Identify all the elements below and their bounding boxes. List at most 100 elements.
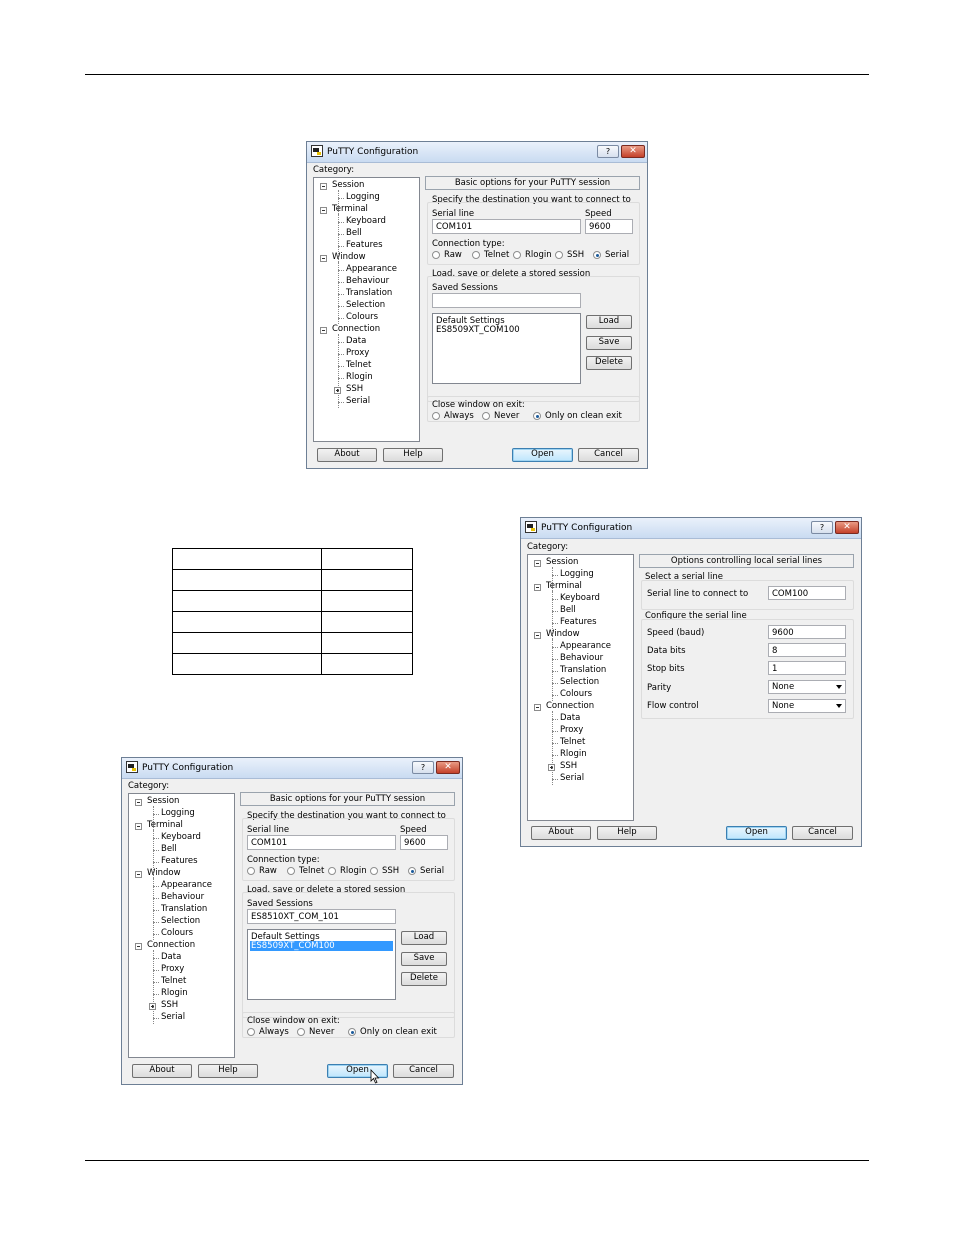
tree-item-features[interactable]: Features [346, 240, 383, 250]
tree-item-logging[interactable]: Logging [560, 569, 594, 579]
tree-item-session[interactable]: Session [332, 180, 364, 190]
load-button[interactable]: Load [586, 315, 632, 329]
tree-item-telnet[interactable]: Telnet [161, 976, 186, 986]
tree-item-behaviour[interactable]: Behaviour [346, 276, 389, 286]
title-help-button[interactable]: ? [597, 145, 619, 158]
collapse-icon[interactable] [534, 704, 541, 711]
about-button[interactable]: About [531, 826, 591, 840]
radio-clean-exit[interactable] [348, 1028, 356, 1036]
saved-sessions-input[interactable] [432, 293, 581, 308]
tree-item-proxy[interactable]: Proxy [161, 964, 184, 974]
stop-bits-input[interactable]: 1 [768, 661, 846, 675]
tree-item-features[interactable]: Features [161, 856, 198, 866]
collapse-icon[interactable] [534, 632, 541, 639]
delete-button[interactable]: Delete [586, 356, 632, 370]
tree-item-behaviour[interactable]: Behaviour [161, 892, 204, 902]
tree-item-data[interactable]: Data [346, 336, 366, 346]
collapse-icon[interactable] [320, 255, 327, 262]
parity-select[interactable]: None [768, 680, 846, 694]
session-list-item[interactable]: ES8509XT_COM100 [435, 325, 578, 335]
cancel-button[interactable]: Cancel [578, 448, 639, 462]
load-button[interactable]: Load [401, 931, 447, 945]
radio-raw[interactable] [432, 251, 440, 259]
tree-item-proxy[interactable]: Proxy [560, 725, 583, 735]
tree-item-connection[interactable]: Connection [332, 324, 380, 334]
tree-item-translation[interactable]: Translation [560, 665, 606, 675]
tree-item-connection[interactable]: Connection [546, 701, 594, 711]
collapse-icon[interactable] [135, 943, 142, 950]
collapse-icon[interactable] [320, 207, 327, 214]
speed-input[interactable]: 9600 [768, 625, 846, 639]
about-button[interactable]: About [317, 448, 377, 462]
help-button[interactable]: Help [198, 1064, 258, 1078]
tree-item-colours[interactable]: Colours [346, 312, 378, 322]
radio-ssh[interactable] [370, 867, 378, 875]
tree-item-appearance[interactable]: Appearance [161, 880, 212, 890]
tree-item-serial[interactable]: Serial [346, 396, 370, 406]
tree-item-logging[interactable]: Logging [346, 192, 380, 202]
title-close-button[interactable]: ✕ [621, 145, 645, 158]
open-button[interactable]: Open [726, 826, 787, 840]
tree-item-bell[interactable]: Bell [346, 228, 362, 238]
tree-item-connection[interactable]: Connection [147, 940, 195, 950]
collapse-icon[interactable] [534, 560, 541, 567]
radio-always[interactable] [247, 1028, 255, 1036]
radio-never[interactable] [482, 412, 490, 420]
serial-line-input[interactable]: COM101 [247, 835, 396, 850]
radio-always[interactable] [432, 412, 440, 420]
title-help-button[interactable]: ? [412, 761, 434, 774]
tree-item-colours[interactable]: Colours [161, 928, 193, 938]
tree-item-keyboard[interactable]: Keyboard [161, 832, 201, 842]
tree-item-translation[interactable]: Translation [346, 288, 392, 298]
collapse-icon[interactable] [135, 799, 142, 806]
tree-item-rlogin[interactable]: Rlogin [560, 749, 587, 759]
tree-item-selection[interactable]: Selection [346, 300, 385, 310]
tree-item-keyboard[interactable]: Keyboard [346, 216, 386, 226]
tree-item-features[interactable]: Features [560, 617, 597, 627]
help-button[interactable]: Help [383, 448, 443, 462]
sessions-listbox[interactable]: Default Settings ES8509XT_COM100 [247, 929, 396, 1000]
tree-item-serial[interactable]: Serial [560, 773, 584, 783]
data-bits-input[interactable]: 8 [768, 643, 846, 657]
radio-serial[interactable] [408, 867, 416, 875]
title-help-button[interactable]: ? [811, 521, 833, 534]
radio-telnet[interactable] [287, 867, 295, 875]
tree-item-colours[interactable]: Colours [560, 689, 592, 699]
tree-item-translation[interactable]: Translation [161, 904, 207, 914]
radio-rlogin[interactable] [513, 251, 521, 259]
save-button[interactable]: Save [586, 336, 632, 350]
tree-item-keyboard[interactable]: Keyboard [560, 593, 600, 603]
tree-item-ssh[interactable]: SSH [560, 761, 577, 771]
serial-line-input[interactable]: COM100 [768, 586, 846, 600]
tree-item-session[interactable]: Session [546, 557, 578, 567]
radio-rlogin[interactable] [328, 867, 336, 875]
tree-item-telnet[interactable]: Telnet [560, 737, 585, 747]
tree-item-data[interactable]: Data [161, 952, 181, 962]
saved-sessions-input[interactable]: ES8510XT_COM_101 [247, 909, 396, 924]
sessions-listbox[interactable]: Default Settings ES8509XT_COM100 [432, 313, 581, 384]
tree-item-bell[interactable]: Bell [560, 605, 576, 615]
speed-input[interactable]: 9600 [585, 219, 633, 234]
tree-item-proxy[interactable]: Proxy [346, 348, 369, 358]
collapse-icon[interactable] [534, 584, 541, 591]
title-bar[interactable]: PuTTY Configuration ? ✕ [307, 142, 647, 163]
radio-raw[interactable] [247, 867, 255, 875]
radio-ssh[interactable] [555, 251, 563, 259]
tree-item-rlogin[interactable]: Rlogin [346, 372, 373, 382]
collapse-icon[interactable] [320, 183, 327, 190]
serial-line-input[interactable]: COM101 [432, 219, 581, 234]
open-button[interactable]: Open [512, 448, 573, 462]
tree-item-telnet[interactable]: Telnet [346, 360, 371, 370]
about-button[interactable]: About [132, 1064, 192, 1078]
tree-item-behaviour[interactable]: Behaviour [560, 653, 603, 663]
tree-item-session[interactable]: Session [147, 796, 179, 806]
collapse-icon[interactable] [135, 871, 142, 878]
cancel-button[interactable]: Cancel [393, 1064, 454, 1078]
title-close-button[interactable]: ✕ [436, 761, 460, 774]
tree-item-appearance[interactable]: Appearance [346, 264, 397, 274]
tree-item-selection[interactable]: Selection [560, 677, 599, 687]
session-list-item[interactable]: ES8509XT_COM100 [250, 941, 393, 951]
save-button[interactable]: Save [401, 952, 447, 966]
radio-never[interactable] [297, 1028, 305, 1036]
title-bar[interactable]: PuTTY Configuration ? ✕ [122, 758, 462, 779]
